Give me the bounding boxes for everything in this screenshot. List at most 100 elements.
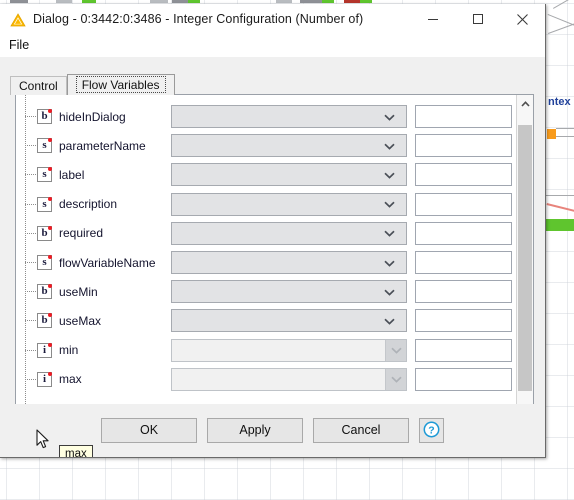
combo-arrow-button[interactable]: [384, 256, 406, 270]
variable-type-boolean-icon: b: [37, 225, 52, 241]
bg-node-status-bar: [360, 0, 372, 3]
combo-arrow-button[interactable]: [384, 197, 406, 211]
flow-variables-list: b hideInDialog s parameterName s label s descri…: [16, 95, 516, 450]
combo-arrow-button[interactable]: [384, 314, 406, 328]
flow-variable-output-value: [416, 135, 511, 141]
chevron-down-icon: [384, 139, 395, 153]
variable-type-string-icon: s: [37, 167, 52, 183]
tree-elbow: [25, 378, 36, 380]
tree-elbow: [25, 203, 36, 205]
bg-node-label: ntex: [548, 96, 571, 108]
flow-variable-output-field[interactable]: [415, 309, 512, 333]
help-button[interactable]: ?: [419, 418, 444, 443]
chevron-down-icon: [384, 285, 395, 299]
minimize-button[interactable]: [410, 4, 455, 34]
flow-variable-row: s description: [16, 190, 516, 219]
flow-variable-output-value: [416, 223, 511, 229]
vertical-scrollbar[interactable]: [516, 95, 533, 450]
flow-variable-name: required: [59, 226, 104, 241]
flow-variable-name: label: [59, 167, 85, 182]
flow-variable-output-field[interactable]: [415, 221, 512, 245]
bg-node-status-bar: [82, 0, 96, 3]
combo-arrow-button[interactable]: [384, 226, 406, 240]
chevron-down-icon: [390, 372, 402, 386]
tab-control[interactable]: Control: [10, 76, 67, 95]
scrollbar-thumb[interactable]: [518, 125, 532, 391]
dialog-title: Dialog - 0:3442:0:3486 - Integer Configu…: [33, 12, 364, 26]
flow-variable-row: b useMax: [16, 306, 516, 335]
maximize-button[interactable]: [455, 4, 500, 34]
flow-variable-combo[interactable]: [171, 280, 407, 304]
bg-connector-line: [546, 195, 574, 196]
tree-elbow: [25, 349, 36, 351]
combo-arrow-button[interactable]: [384, 139, 406, 153]
chevron-down-icon: [390, 343, 402, 357]
flow-variable-combo[interactable]: [171, 163, 407, 187]
flow-variable-output-field[interactable]: [415, 192, 512, 216]
flow-variable-combo[interactable]: [171, 309, 407, 333]
flow-variable-name: hideInDialog: [59, 109, 126, 124]
flow-variable-combo[interactable]: [171, 105, 407, 129]
flow-variable-combo: [171, 338, 407, 362]
apply-button[interactable]: Apply: [207, 418, 303, 443]
ok-button[interactable]: OK: [101, 418, 197, 443]
flow-variable-output-field[interactable]: [415, 280, 512, 304]
chevron-down-icon: [384, 110, 395, 124]
bg-node-status-bar: [322, 0, 334, 3]
tab-flow-variables[interactable]: Flow Variables: [66, 74, 175, 95]
bg-node-status-bar: [150, 0, 168, 3]
flow-variable-row: b useMin: [16, 277, 516, 306]
tooltip: max: [59, 445, 93, 457]
flow-variable-combo[interactable]: [171, 251, 407, 275]
flow-variables-panel: b hideInDialog s parameterName s label s descri…: [15, 94, 534, 451]
chevron-down-icon: [384, 226, 395, 240]
tree-elbow: [25, 262, 36, 263]
flow-variable-combo[interactable]: [171, 134, 407, 158]
scroll-up-arrow-icon[interactable]: [517, 95, 533, 112]
combo-arrow-button[interactable]: [384, 168, 406, 182]
flow-variable-name: flowVariableName: [59, 255, 156, 270]
bg-connector-line: [556, 136, 574, 137]
dialog-menubar: File: [0, 34, 545, 57]
tabstrip: Control Flow Variables: [10, 74, 175, 95]
flow-variable-combo[interactable]: [171, 192, 407, 216]
flow-variable-output-value: [416, 194, 511, 200]
integer-configuration-dialog: Dialog - 0:3442:0:3486 - Integer Configu…: [0, 4, 546, 458]
combo-arrow-button: [385, 339, 406, 361]
flow-variable-output-value: [416, 281, 511, 287]
flow-variable-output-field[interactable]: [415, 134, 512, 158]
bg-node-status-bar: [56, 0, 72, 3]
flow-variable-combo[interactable]: [171, 221, 407, 245]
flow-variable-output-field[interactable]: [415, 105, 512, 129]
flow-variable-row: s flowVariableName: [16, 248, 516, 277]
bg-connector-line: [556, 128, 574, 129]
combo-arrow-button[interactable]: [384, 110, 406, 124]
variable-type-boolean-icon: b: [37, 284, 52, 300]
combo-arrow-button[interactable]: [384, 285, 406, 299]
flow-variable-row: s label: [16, 160, 516, 189]
knime-warning-triangle-icon: [10, 12, 26, 28]
window-controls: [410, 4, 545, 34]
flow-variable-output-field[interactable]: [415, 251, 512, 275]
chevron-down-icon: [384, 197, 395, 211]
flow-variable-output-field[interactable]: [415, 367, 512, 391]
tree-elbow: [25, 232, 36, 234]
cancel-button[interactable]: Cancel: [313, 418, 409, 443]
flow-variable-output-field[interactable]: [415, 163, 512, 187]
svg-text:?: ?: [428, 424, 434, 436]
menu-item-file[interactable]: File: [0, 36, 36, 55]
chevron-down-icon: [384, 314, 395, 328]
scrollbar-track[interactable]: [517, 112, 533, 433]
tree-elbow: [25, 320, 36, 322]
close-button[interactable]: [500, 4, 545, 34]
flow-variable-row: b required: [16, 219, 516, 248]
variable-type-string-icon: s: [37, 255, 52, 271]
bg-node-port: [547, 129, 556, 139]
flow-variable-output-field[interactable]: [415, 338, 512, 362]
flow-variable-output-value: [416, 252, 511, 258]
tree-elbow: [25, 174, 36, 176]
flow-variable-output-value: [416, 340, 511, 346]
flow-variable-row: s parameterName: [16, 131, 516, 160]
tree-elbow: [25, 116, 36, 117]
flow-variable-combo: [171, 367, 407, 391]
